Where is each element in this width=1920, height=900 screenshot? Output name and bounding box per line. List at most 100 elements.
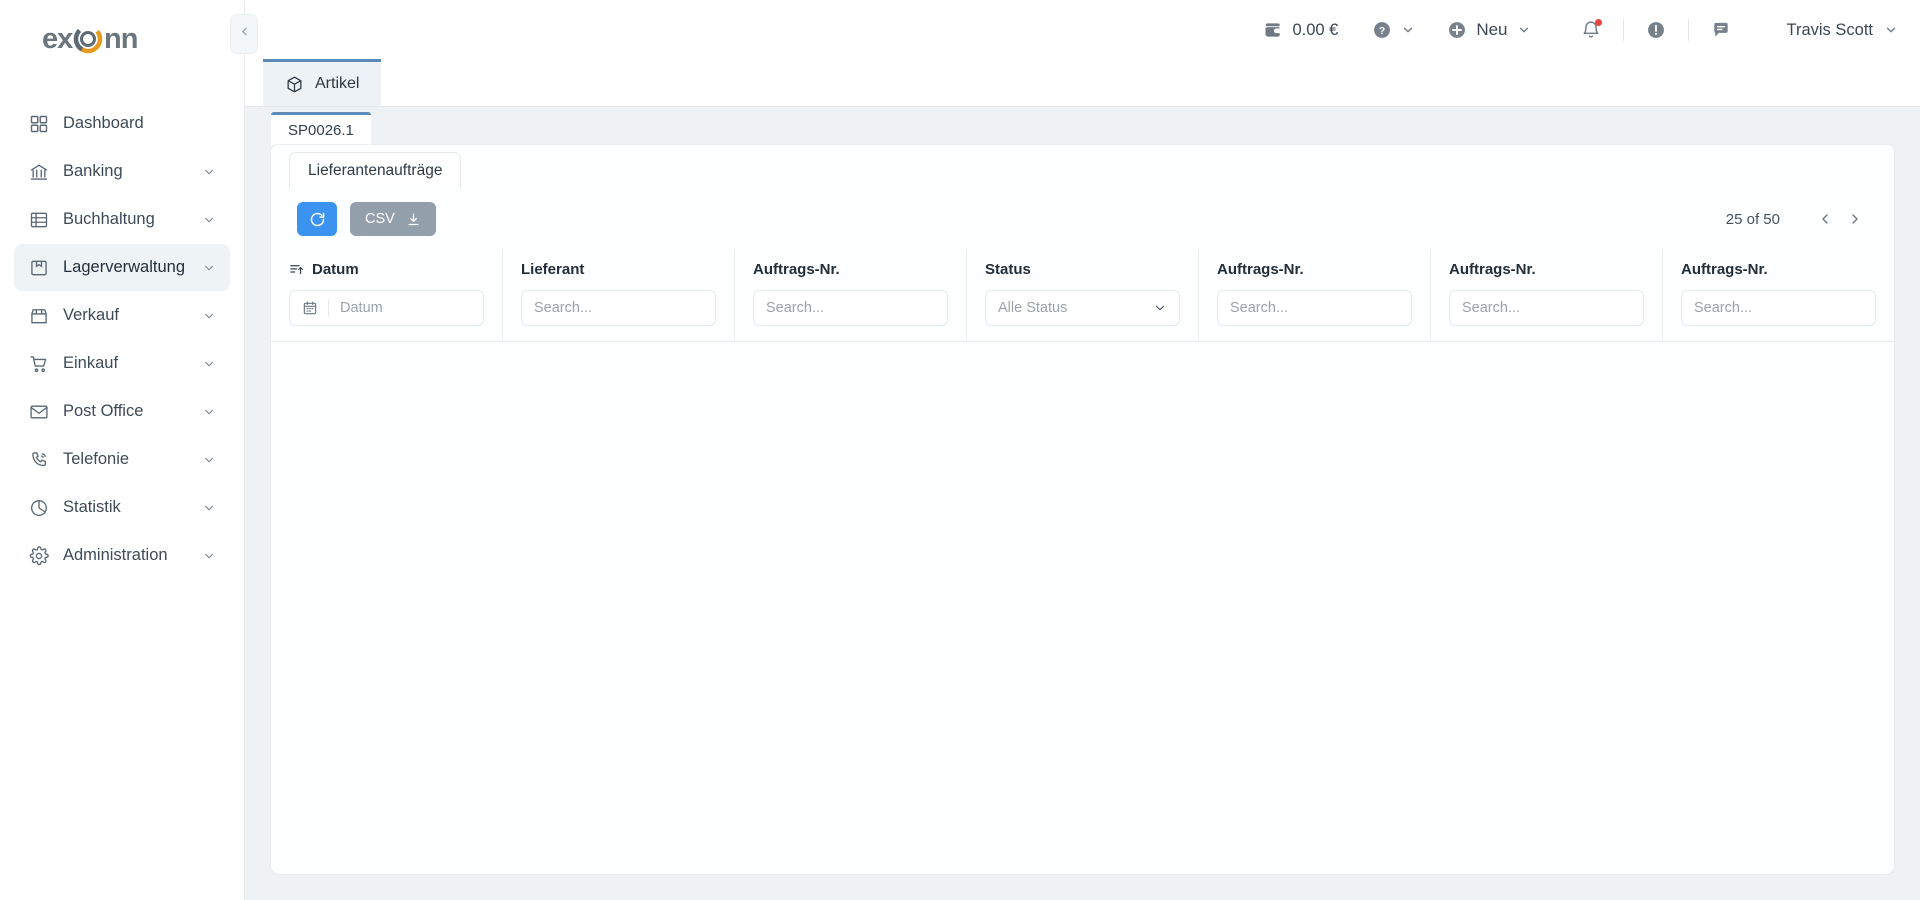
pie-chart-icon — [28, 497, 49, 518]
column-title: Auftrags-Nr. — [1681, 261, 1768, 278]
filter-placeholder: Datum — [340, 300, 383, 316]
ledger-icon — [28, 209, 49, 230]
column-title-row: Auftrags-Nr. — [1217, 261, 1412, 278]
user-menu[interactable]: Travis Scott — [1787, 21, 1899, 40]
chevron-down-icon — [202, 501, 216, 515]
chevron-right-icon — [1847, 211, 1863, 227]
sidebar-item-label: Administration — [63, 546, 168, 564]
svg-text:?: ? — [1379, 26, 1385, 37]
filter-select-status[interactable]: Alle Status — [985, 290, 1180, 326]
refresh-button[interactable] — [297, 202, 337, 236]
tab-artikel-label: Artikel — [315, 75, 360, 92]
svg-text:nn: nn — [104, 23, 137, 55]
table-column-auftrags-nr-1: Auftrags-Nr. Search... — [734, 250, 966, 341]
chevron-down-icon — [202, 165, 216, 179]
sidebar-item-lagerverwaltung[interactable]: Lagerverwaltung — [14, 244, 230, 291]
box-archive-icon — [28, 257, 49, 278]
chevron-down-icon — [202, 405, 216, 419]
main-tabbar: Artikel — [245, 59, 1920, 107]
topbar: 0.00 € ? Neu Travis Scott — [245, 0, 1920, 60]
filter-search-auftrags-nr-4[interactable]: Search... — [1681, 290, 1876, 326]
main-area: 0.00 € ? Neu Travis Scott Artikel SP0026… — [245, 0, 1920, 900]
grid-icon — [28, 113, 49, 134]
download-icon — [406, 212, 421, 227]
chevron-down-icon — [202, 261, 216, 275]
table-column-status: Status Alle Status — [966, 250, 1198, 341]
sidebar-collapse-button[interactable] — [230, 14, 258, 54]
filter-placeholder: Search... — [1462, 300, 1521, 316]
phone-icon — [28, 449, 49, 470]
help-menu[interactable]: ? — [1372, 20, 1415, 40]
chevron-down-icon — [202, 309, 216, 323]
sidebar-item-label: Verkauf — [63, 306, 119, 324]
pagination-prev-button[interactable] — [1810, 204, 1840, 234]
page-content: Artikel SP0026.1 Lieferantenaufträge CSV… — [245, 59, 1920, 900]
subtab-sp0026-1[interactable]: SP0026.1 — [271, 112, 371, 145]
sidebar-item-label: Telefonie — [63, 450, 130, 468]
chevron-down-icon — [202, 213, 216, 227]
sort-asc-icon[interactable] — [289, 262, 304, 277]
csv-export-button[interactable]: CSV — [350, 202, 436, 236]
column-title-row: Auftrags-Nr. — [753, 261, 948, 278]
wallet-balance[interactable]: 0.00 € — [1263, 20, 1338, 40]
sidebar-item-label: Lagerverwaltung — [63, 258, 185, 276]
pagination-count: 25 of 50 — [1725, 210, 1780, 228]
filter-date-datum[interactable]: Datum — [289, 290, 484, 326]
new-menu-label: Neu — [1476, 20, 1508, 39]
exclamation-circle-icon — [1646, 20, 1666, 40]
sidebar-item-label: Einkauf — [63, 354, 119, 372]
subtab-label: SP0026.1 — [288, 121, 354, 139]
calendar-icon — [302, 300, 318, 316]
chevron-down-icon — [1517, 23, 1531, 37]
app-root: ex nn Dashboard Banking Buchhaltung Lage… — [0, 0, 1920, 900]
user-name: Travis Scott — [1786, 20, 1874, 39]
alerts-button[interactable] — [1646, 20, 1666, 40]
chevron-left-icon — [238, 25, 251, 43]
sidebar-item-banking[interactable]: Banking — [14, 148, 230, 195]
chevron-down-icon — [202, 549, 216, 563]
messages-button[interactable] — [1711, 20, 1731, 40]
filter-search-auftrags-nr-3[interactable]: Search... — [1449, 290, 1644, 326]
field-divider — [328, 299, 329, 317]
sidebar-item-dashboard[interactable]: Dashboard — [14, 100, 230, 147]
column-title: Lieferant — [521, 261, 585, 278]
sidebar-item-einkauf[interactable]: Einkauf — [14, 340, 230, 387]
filter-search-auftrags-nr-2[interactable]: Search... — [1217, 290, 1412, 326]
filter-placeholder: Search... — [766, 300, 825, 316]
sidebar-item-administration[interactable]: Administration — [14, 532, 230, 579]
table-column-auftrags-nr-4: Auftrags-Nr. Search... — [1662, 250, 1894, 341]
cube-icon — [285, 75, 304, 94]
exonn-logo-icon: ex nn — [42, 22, 170, 56]
content-panel: Lieferantenaufträge CSV 25 of 50 Datum D… — [271, 145, 1894, 874]
plus-circle-icon — [1447, 20, 1467, 40]
sidebar-item-telefonie[interactable]: Telefonie — [14, 436, 230, 483]
column-title-row: Lieferant — [521, 261, 716, 278]
cart-icon — [28, 353, 49, 374]
wallet-icon — [1263, 20, 1283, 40]
filter-placeholder: Search... — [534, 300, 593, 316]
sidebar-item-label: Statistik — [63, 498, 121, 516]
tab-artikel[interactable]: Artikel — [263, 59, 382, 106]
filter-search-auftrags-nr-1[interactable]: Search... — [753, 290, 948, 326]
pagination: 25 of 50 — [1726, 204, 1870, 234]
sidebar-item-verkauf[interactable]: Verkauf — [14, 292, 230, 339]
pagination-next-button[interactable] — [1840, 204, 1870, 234]
brand-logo[interactable]: ex nn — [0, 0, 244, 78]
column-title-row: Auftrags-Nr. — [1449, 261, 1644, 278]
topbar-divider — [1687, 19, 1689, 41]
new-menu-button[interactable]: Neu — [1447, 20, 1530, 40]
filter-search-lieferant[interactable]: Search... — [521, 290, 716, 326]
tab-lieferantenauftraege[interactable]: Lieferantenaufträge — [289, 152, 462, 188]
chevron-left-icon — [1817, 211, 1833, 227]
sidebar-item-buchhaltung[interactable]: Buchhaltung — [14, 196, 230, 243]
notifications-button[interactable] — [1581, 19, 1602, 40]
column-title-row: Datum — [289, 261, 484, 278]
filter-placeholder: Search... — [1694, 300, 1753, 316]
sidebar-item-statistik[interactable]: Statistik — [14, 484, 230, 531]
question-circle-icon: ? — [1372, 20, 1392, 40]
column-title-row: Auftrags-Nr. — [1681, 261, 1876, 278]
sidebar-item-post-office[interactable]: Post Office — [14, 388, 230, 435]
bank-icon — [28, 161, 49, 182]
refresh-icon — [309, 211, 326, 228]
gear-icon — [28, 545, 49, 566]
